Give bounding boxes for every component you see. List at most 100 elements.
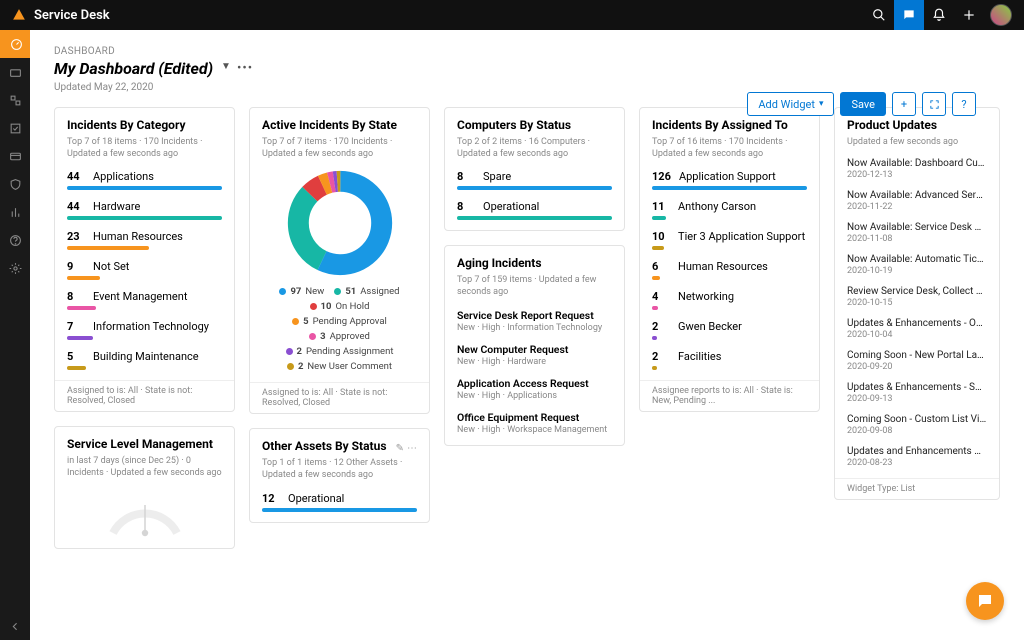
- bell-icon[interactable]: [924, 0, 954, 30]
- chat-icon[interactable]: [894, 0, 924, 30]
- stat-label: Operational: [288, 492, 344, 505]
- list-item[interactable]: Service Desk Report RequestNew · High · …: [457, 309, 612, 333]
- item-title: Application Access Request: [457, 377, 612, 390]
- stat-value: 5: [67, 350, 85, 363]
- list-item[interactable]: Now Available: Dashboard Custom Inciden.…: [847, 158, 987, 180]
- stat-label: Facilities: [678, 350, 721, 363]
- stat-row[interactable]: 2Gwen Becker: [652, 320, 807, 340]
- search-icon[interactable]: [864, 0, 894, 30]
- more-icon[interactable]: •••: [237, 61, 253, 76]
- stat-value: 2: [652, 350, 670, 363]
- nav-shield-icon[interactable]: [0, 170, 30, 198]
- gauge-icon: [67, 488, 222, 538]
- stat-value: 4: [652, 290, 670, 303]
- item-title: New Computer Request: [457, 343, 612, 356]
- nav-checklist-icon[interactable]: [0, 114, 30, 142]
- stat-row[interactable]: 6Human Resources: [652, 260, 807, 280]
- stat-label: Spare: [483, 170, 511, 183]
- stat-bar: [67, 186, 222, 190]
- edit-icon[interactable]: ✎: [396, 443, 404, 454]
- plus-icon[interactable]: [954, 0, 984, 30]
- card-title: Service Level Management: [67, 437, 222, 451]
- nav-reports-icon[interactable]: [0, 198, 30, 226]
- legend-dot-icon: [292, 318, 299, 325]
- item-title: Updates & Enhancements - September 13t..…: [847, 382, 987, 393]
- list-item[interactable]: Now Available: Service Desk & Jamf Integ…: [847, 222, 987, 244]
- stat-bar: [652, 216, 666, 220]
- card-subtitle: in last 7 days (since Dec 25) · 0 Incide…: [67, 455, 222, 479]
- card-title: Product Updates: [847, 118, 987, 132]
- card-footer: Assignee reports to is: All · State is: …: [640, 380, 819, 411]
- header-actions: Add Widget▾ Save + ?: [747, 92, 976, 116]
- item-title: Now Available: Advanced Service Statisti…: [847, 190, 987, 201]
- stat-row[interactable]: 4Networking: [652, 290, 807, 310]
- add-widget-button[interactable]: Add Widget▾: [747, 92, 834, 116]
- stat-bar: [457, 216, 612, 220]
- stat-bar: [652, 336, 657, 340]
- app-logo-icon: [12, 8, 26, 22]
- stat-row[interactable]: 8Operational: [457, 200, 612, 220]
- list-item[interactable]: Updates & Enhancements - September 13t..…: [847, 382, 987, 404]
- nav-assets-icon[interactable]: [0, 86, 30, 114]
- stat-row[interactable]: 44Applications: [67, 170, 222, 190]
- stat-bar: [652, 366, 657, 370]
- item-date: 2020-11-22: [847, 202, 987, 212]
- stat-value: 6: [652, 260, 670, 273]
- legend-dot-icon: [334, 288, 341, 295]
- more-icon[interactable]: ⋯: [407, 443, 417, 454]
- dropdown-icon[interactable]: ▼: [221, 61, 231, 76]
- list-item[interactable]: Updates & Enhancements - October 4th 20.…: [847, 318, 987, 340]
- stat-value: 10: [652, 230, 670, 243]
- nav-tickets-icon[interactable]: [0, 58, 30, 86]
- stat-bar: [67, 276, 100, 280]
- help-button[interactable]: ?: [952, 92, 976, 116]
- list-item[interactable]: New Computer RequestNew · High · Hardwar…: [457, 343, 612, 367]
- item-meta: New · High · Applications: [457, 391, 612, 401]
- nav-dashboard-icon[interactable]: [0, 30, 30, 58]
- nav-card-icon[interactable]: [0, 142, 30, 170]
- stat-bar: [652, 186, 807, 190]
- stat-row[interactable]: 5Building Maintenance: [67, 350, 222, 370]
- save-button[interactable]: Save: [840, 92, 886, 116]
- card-footer: Assigned to is: All · State is not: Reso…: [250, 382, 429, 413]
- stat-row[interactable]: 8 Event Management: [67, 290, 222, 310]
- list-item[interactable]: Review Service Desk, Collect up to $1302…: [847, 286, 987, 308]
- nav-help-icon[interactable]: [0, 226, 30, 254]
- stat-row[interactable]: 11Anthony Carson: [652, 200, 807, 220]
- list-item[interactable]: Coming Soon - New Portal Layout2020-09-2…: [847, 350, 987, 372]
- stat-row[interactable]: 9Not Set: [67, 260, 222, 280]
- list-item[interactable]: Now Available: Automatic Ticket Assignme…: [847, 254, 987, 276]
- fullscreen-icon[interactable]: [922, 92, 946, 116]
- list-item[interactable]: Updates and Enhancements – August 23rd..…: [847, 446, 987, 468]
- item-title: Coming Soon - New Portal Layout: [847, 350, 987, 361]
- item-title: Now Available: Automatic Ticket Assignme…: [847, 254, 987, 265]
- stat-row[interactable]: 2 Facilities: [652, 350, 807, 370]
- item-date: 2020-10-15: [847, 298, 987, 308]
- add-button[interactable]: +: [892, 92, 916, 116]
- stat-row[interactable]: 8Spare: [457, 170, 612, 190]
- stat-row[interactable]: 7Information Technology: [67, 320, 222, 340]
- item-date: 2020-10-04: [847, 330, 987, 340]
- list-item[interactable]: Office Equipment RequestNew · High · Wor…: [457, 411, 612, 435]
- stat-row[interactable]: 12Operational: [262, 492, 417, 512]
- item-date: 2020-09-20: [847, 362, 987, 372]
- stat-row[interactable]: 44Hardware: [67, 200, 222, 220]
- card-title: Other Assets By Status: [262, 439, 393, 453]
- stat-row[interactable]: 126Application Support: [652, 170, 807, 190]
- list-item[interactable]: Application Access RequestNew · High · A…: [457, 377, 612, 401]
- legend-item: 3 Approved: [309, 331, 370, 342]
- list-item[interactable]: Coming Soon - Custom List Views and Cust…: [847, 414, 987, 436]
- stat-row[interactable]: 23Human Resources: [67, 230, 222, 250]
- nav-collapse-icon[interactable]: [0, 612, 30, 640]
- card-computers: Computers By Status Top 2 of 2 items · 1…: [444, 107, 625, 231]
- avatar[interactable]: [990, 4, 1012, 26]
- stat-value: 11: [652, 200, 670, 213]
- stat-bar: [67, 306, 96, 310]
- stat-row[interactable]: 10Tier 3 Application Support: [652, 230, 807, 250]
- chat-fab-icon[interactable]: [966, 582, 1004, 620]
- item-date: 2020-10-19: [847, 266, 987, 276]
- stat-value: 8: [67, 290, 85, 303]
- list-item[interactable]: Now Available: Advanced Service Statisti…: [847, 190, 987, 212]
- stat-label: Event Management: [93, 290, 187, 303]
- nav-settings-icon[interactable]: [0, 254, 30, 282]
